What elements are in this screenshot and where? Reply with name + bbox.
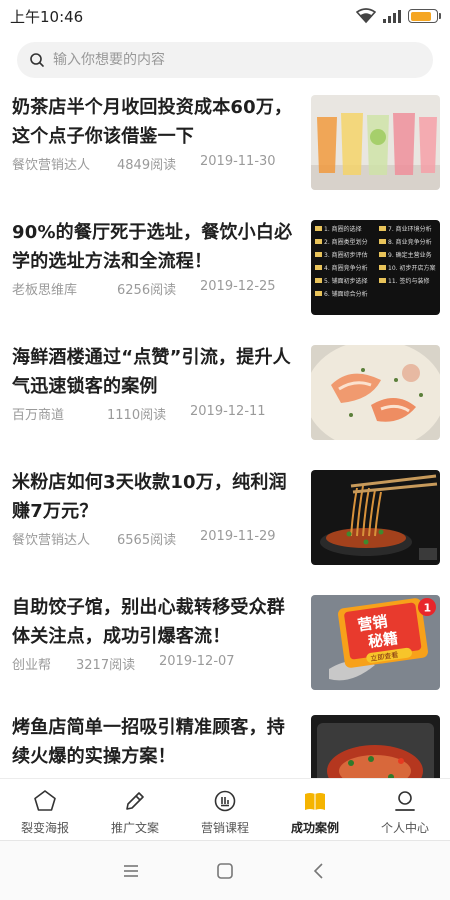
article-meta: 创业帮 3217阅读 2019-12-07 [12, 654, 235, 673]
menu-icon [124, 864, 138, 877]
book-icon [305, 793, 325, 810]
article-thumbnail-drinks[interactable] [311, 95, 440, 190]
pentagon-icon [34, 790, 56, 811]
article-title[interactable]: 米粉店如何3天收款10万，纯利润赚7万元？ [12, 468, 302, 526]
nav-label: 推广文案 [110, 821, 159, 835]
wifi-icon [356, 8, 376, 24]
bottom-nav: 裂变海报 推广文案 营销课程 成功案例 个人中心 [0, 778, 450, 840]
search-bar[interactable] [17, 42, 433, 78]
search-icon [30, 53, 44, 67]
article-reads: 3217阅读 [76, 658, 136, 673]
site-list-item: 3. 商圈初步评估 [324, 251, 368, 259]
article-title[interactable]: 海鲜酒楼通过“点赞”引流，提升人气迅速锁客的案例 [12, 343, 302, 401]
nav-item-courses[interactable]: 营销课程 [180, 779, 270, 840]
article-meta: 餐饮营销达人 4849阅读 2019-11-30 [12, 154, 276, 173]
system-nav-bar [0, 840, 450, 900]
article-meta: 老板思维库 6256阅读 2019-12-25 [12, 279, 276, 298]
nav-item-copywriting[interactable]: 推广文案 [90, 779, 180, 840]
article-author: 餐饮营销达人 [12, 533, 91, 548]
nav-label: 成功案例 [290, 821, 339, 835]
article-meta: 百万商道 1110阅读 2019-12-11 [12, 404, 266, 423]
article-title[interactable]: 烤鱼店简单一招吸引精准顾客，持续火爆的实操方案！ [12, 713, 302, 771]
article-date: 2019-12-07 [159, 654, 235, 669]
article-reads: 6565阅读 [117, 533, 177, 548]
article-item[interactable]: 烤鱼店简单一招吸引精准顾客，持续火爆的实操方案！ [0, 710, 450, 778]
article-reads: 6256阅读 [117, 283, 177, 298]
home-square-icon [217, 862, 233, 879]
article-thumbnail-marketing-badge[interactable]: 营销 秘籍 立即查看 1 [311, 595, 440, 690]
article-reads: 4849阅读 [117, 158, 177, 173]
site-list-item: 7. 商业环境分析 [388, 225, 432, 233]
battery-level [410, 11, 431, 21]
article-item[interactable]: 海鲜酒楼通过“点赞”引流，提升人气迅速锁客的案例 百万商道 1110阅读 201… [0, 340, 450, 450]
article-author: 餐饮营销达人 [12, 158, 91, 173]
search-input[interactable] [53, 52, 393, 68]
article-author: 老板思维库 [12, 283, 78, 298]
article-author: 百万商道 [12, 408, 65, 423]
article-author: 创业帮 [12, 658, 52, 673]
site-list-item: 1. 商圈的选择 [324, 225, 362, 233]
site-list-item: 10. 初步开店方案 [388, 264, 435, 272]
nav-label: 裂变海报 [20, 821, 69, 835]
user-icon [395, 791, 415, 811]
system-menu-button[interactable] [119, 859, 143, 883]
article-title[interactable]: 90%的餐厅死于选址，餐饮小白必学的选址方法和全流程！ [12, 218, 302, 276]
signal-icon [383, 10, 401, 23]
article-title[interactable]: 自助饺子馆，别出心裁转移受众群体关注点，成功引爆客流！ [12, 593, 302, 651]
article-reads: 1110阅读 [107, 408, 167, 423]
site-list-item: 6. 铺面综合分析 [324, 290, 368, 298]
status-time: 上午10:46 [10, 7, 84, 26]
nav-item-profile[interactable]: 个人中心 [360, 779, 450, 840]
nav-label: 个人中心 [380, 821, 429, 835]
site-list-item: 11. 签约与装修 [388, 277, 429, 285]
article-thumbnail-seafood[interactable] [311, 345, 440, 440]
article-item[interactable]: 奶茶店半个月收回投资成本60万，这个点子你该借鉴一下 餐饮营销达人 4849阅读… [0, 90, 450, 200]
site-list-item: 4. 商圈竞争分析 [324, 264, 368, 272]
article-title[interactable]: 奶茶店半个月收回投资成本60万，这个点子你该借鉴一下 [12, 93, 302, 151]
battery-icon [408, 9, 441, 23]
status-icons [356, 8, 441, 24]
site-list-item: 2. 商圈类型划分 [324, 238, 368, 246]
nav-label: 营销课程 [200, 821, 249, 835]
article-feed[interactable]: 奶茶店半个月收回投资成本60万，这个点子你该借鉴一下 餐饮营销达人 4849阅读… [0, 90, 450, 778]
back-chevron-icon [313, 862, 323, 879]
status-bar: 上午10:46 [0, 0, 450, 32]
site-list-item: 5. 铺面初步选择 [324, 277, 368, 285]
article-date: 2019-11-29 [200, 529, 276, 544]
system-back-button[interactable] [307, 859, 331, 883]
article-thumbnail-noodles[interactable] [311, 470, 440, 565]
site-list-item: 8. 商业竞争分析 [388, 238, 432, 246]
course-icon [214, 790, 236, 812]
system-home-button[interactable] [213, 859, 237, 883]
nav-item-cases[interactable]: 成功案例 [270, 779, 360, 840]
article-item[interactable]: 米粉店如何3天收款10万，纯利润赚7万元？ 餐饮营销达人 6565阅读 2019… [0, 465, 450, 575]
article-item[interactable]: 90%的餐厅死于选址，餐饮小白必学的选址方法和全流程！ 老板思维库 6256阅读… [0, 215, 450, 325]
article-meta: 餐饮营销达人 6565阅读 2019-11-29 [12, 529, 276, 548]
article-date: 2019-11-30 [200, 154, 276, 169]
nav-item-poster[interactable]: 裂变海报 [0, 779, 90, 840]
article-item[interactable]: 自助饺子馆，别出心裁转移受众群体关注点，成功引爆客流！ 创业帮 3217阅读 2… [0, 590, 450, 700]
article-date: 2019-12-11 [190, 404, 266, 419]
article-thumbnail-site-list[interactable]: 1. 商圈的选择 2. 商圈类型划分 3. 商圈初步评估 4. 商圈竞争分析 5… [311, 220, 440, 315]
pencil-icon [126, 792, 144, 810]
article-thumbnail-grilled-fish[interactable] [311, 715, 440, 778]
site-list-item: 9. 确定主营业务 [388, 251, 432, 259]
article-date: 2019-12-25 [200, 279, 276, 294]
badge-count-text: 1 [424, 602, 432, 615]
